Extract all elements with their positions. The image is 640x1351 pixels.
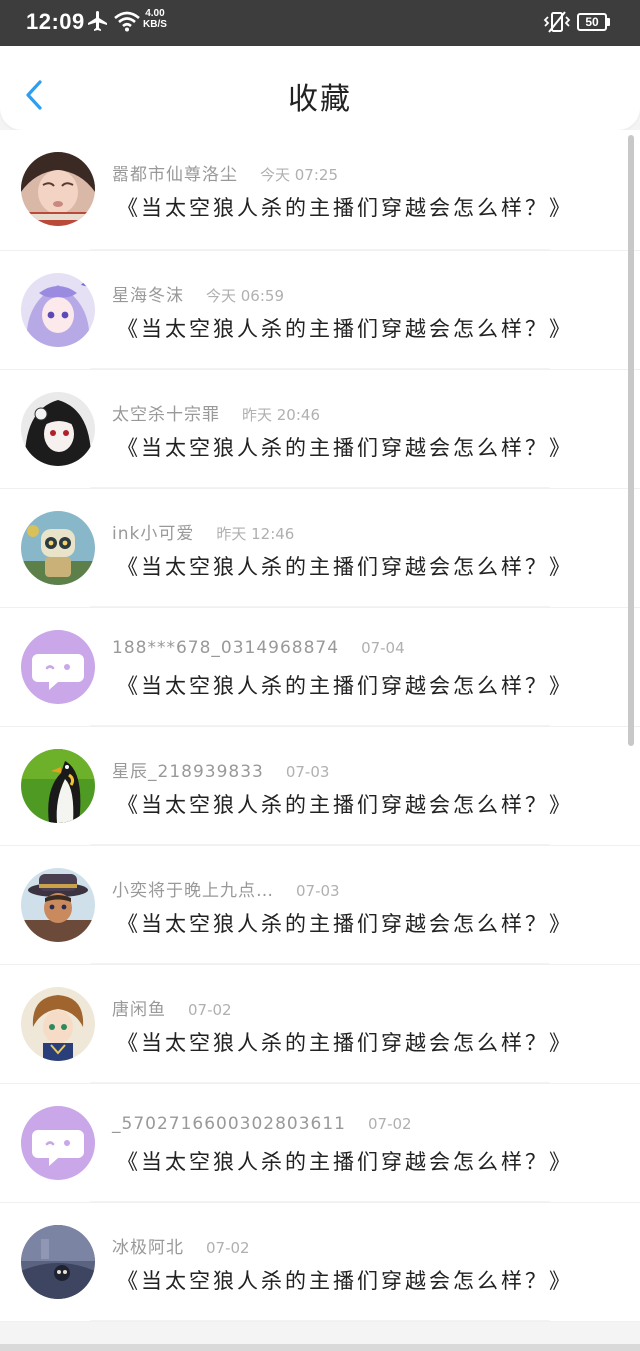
- user-name[interactable]: 太空杀十宗罪: [112, 405, 220, 425]
- item-content[interactable]: 《当太空狼人杀的主播们穿越会怎么样？》: [117, 1027, 573, 1057]
- avatar[interactable]: [21, 273, 95, 347]
- next-item-edge: [0, 1344, 640, 1351]
- avatar[interactable]: [21, 630, 95, 704]
- item-divider: [90, 487, 550, 488]
- list-item[interactable]: 星海冬沫 今天 06:59 《当太空狼人杀的主播们穿越会怎么样？》: [0, 251, 640, 370]
- item-timestamp: 昨天 20:46: [242, 406, 320, 424]
- item-timestamp: 07-02: [206, 1239, 250, 1257]
- user-name[interactable]: 小奕将于晚上九点…: [112, 881, 274, 901]
- user-name[interactable]: 嚣都市仙尊洛尘: [112, 165, 238, 185]
- item-divider: [90, 1320, 550, 1321]
- item-meta: 唐闲鱼 07-02: [112, 995, 232, 1020]
- item-meta: 小奕将于晚上九点… 07-03: [112, 876, 340, 901]
- list-item[interactable]: 小奕将于晚上九点… 07-03 《当太空狼人杀的主播们穿越会怎么样？》: [0, 846, 640, 965]
- wifi-icon: [114, 11, 140, 32]
- avatar[interactable]: [21, 152, 95, 226]
- avatar[interactable]: [21, 1225, 95, 1299]
- item-content[interactable]: 《当太空狼人杀的主播们穿越会怎么样？》: [117, 1265, 573, 1295]
- user-name[interactable]: 唐闲鱼: [112, 1000, 166, 1020]
- page-title: 收藏: [288, 82, 352, 117]
- list-item[interactable]: 嚣都市仙尊洛尘 今天 07:25 《当太空狼人杀的主播们穿越会怎么样？》: [0, 130, 640, 251]
- item-meta: 嚣都市仙尊洛尘 今天 07:25: [112, 160, 338, 185]
- item-divider: [90, 725, 550, 726]
- item-timestamp: 07-03: [296, 882, 340, 900]
- item-content[interactable]: 《当太空狼人杀的主播们穿越会怎么样？》: [117, 1146, 573, 1176]
- user-name[interactable]: 星海冬沫: [112, 286, 184, 306]
- status-time: 12:09: [26, 9, 85, 34]
- item-timestamp: 今天 07:25: [260, 166, 338, 184]
- user-name[interactable]: _5702716600302803611: [112, 1114, 346, 1134]
- vibrate-icon: [543, 11, 571, 33]
- item-meta: 星辰_218939833 07-03: [112, 757, 329, 782]
- user-name[interactable]: 冰极阿北: [112, 1238, 184, 1258]
- item-content[interactable]: 《当太空狼人杀的主播们穿越会怎么样？》: [117, 313, 573, 343]
- airplane-mode-icon: [88, 11, 107, 31]
- scrollbar[interactable]: [628, 135, 634, 746]
- item-meta: _5702716600302803611 07-02: [112, 1114, 412, 1134]
- item-divider: [90, 1201, 550, 1202]
- item-timestamp: 今天 06:59: [206, 287, 284, 305]
- item-divider: [90, 844, 550, 845]
- item-divider: [90, 606, 550, 607]
- battery-icon: 50: [577, 13, 607, 31]
- item-divider: [90, 249, 550, 250]
- avatar[interactable]: [21, 987, 95, 1061]
- item-timestamp: 昨天 12:46: [216, 525, 295, 543]
- network-speed-value: 4.00: [145, 8, 165, 19]
- item-divider: [90, 368, 550, 369]
- user-name[interactable]: 星辰_218939833: [112, 762, 264, 782]
- list-item[interactable]: 188***678_0314968874 07-04 《当太空狼人杀的主播们穿越会怎…: [0, 608, 640, 727]
- item-content[interactable]: 《当太空狼人杀的主播们穿越会怎么样？》: [117, 432, 573, 462]
- header: 收藏: [0, 46, 640, 130]
- battery-level: 50: [585, 15, 599, 29]
- item-content[interactable]: 《当太空狼人杀的主播们穿越会怎么样？》: [117, 551, 573, 581]
- avatar[interactable]: [21, 1106, 95, 1180]
- item-timestamp: 07-02: [188, 1001, 232, 1019]
- network-speed-unit: KB/S: [143, 19, 167, 30]
- item-content[interactable]: 《当太空狼人杀的主播们穿越会怎么样？》: [117, 908, 573, 938]
- item-meta: 太空杀十宗罪 昨天 20:46: [112, 400, 320, 425]
- list-item[interactable]: 唐闲鱼 07-02 《当太空狼人杀的主播们穿越会怎么样？》: [0, 965, 640, 1084]
- status-bar: 12:09 4.00 KB/S 50: [0, 0, 640, 46]
- avatar[interactable]: [21, 392, 95, 466]
- item-content[interactable]: 《当太空狼人杀的主播们穿越会怎么样？》: [117, 670, 573, 700]
- item-meta: 冰极阿北 07-02: [112, 1233, 250, 1258]
- item-timestamp: 07-02: [368, 1115, 412, 1133]
- item-meta: 星海冬沫 今天 06:59: [112, 281, 284, 306]
- list-item[interactable]: 冰极阿北 07-02 《当太空狼人杀的主播们穿越会怎么样？》: [0, 1203, 640, 1322]
- user-name[interactable]: ink小可爱: [112, 524, 194, 544]
- favorites-list: 嚣都市仙尊洛尘 今天 07:25 《当太空狼人杀的主播们穿越会怎么样？》 星海冬沫 今天…: [0, 130, 640, 1322]
- item-content[interactable]: 《当太空狼人杀的主播们穿越会怎么样？》: [117, 192, 573, 222]
- user-name[interactable]: 188***678_0314968874: [112, 638, 339, 658]
- item-content[interactable]: 《当太空狼人杀的主播们穿越会怎么样？》: [117, 789, 573, 819]
- list-item[interactable]: _5702716600302803611 07-02 《当太空狼人杀的主播们穿越会怎…: [0, 1084, 640, 1203]
- item-timestamp: 07-03: [285, 763, 330, 781]
- battery-tip: [607, 18, 610, 26]
- item-meta: 188***678_0314968874 07-04: [112, 638, 405, 658]
- item-divider: [90, 963, 550, 964]
- item-timestamp: 07-04: [361, 639, 405, 657]
- list-item[interactable]: ink小可爱 昨天 12:46 《当太空狼人杀的主播们穿越会怎么样？》: [0, 489, 640, 608]
- avatar[interactable]: [21, 868, 95, 942]
- list-item[interactable]: 星辰_218939833 07-03 《当太空狼人杀的主播们穿越会怎么样？》: [0, 727, 640, 846]
- network-speed: 4.00 KB/S: [143, 8, 167, 30]
- avatar[interactable]: [21, 749, 95, 823]
- item-meta: ink小可爱 昨天 12:46: [112, 519, 294, 544]
- avatar[interactable]: [21, 511, 95, 585]
- list-item[interactable]: 太空杀十宗罪 昨天 20:46 《当太空狼人杀的主播们穿越会怎么样？》: [0, 370, 640, 489]
- item-divider: [90, 1082, 550, 1083]
